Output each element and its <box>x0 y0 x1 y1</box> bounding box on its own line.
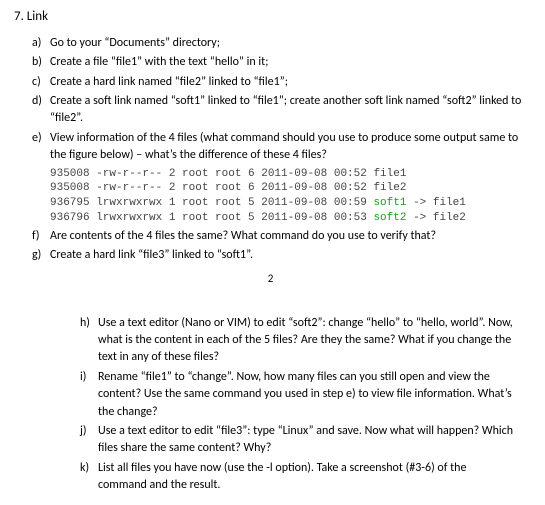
code-line: 935008 -rw-r--r-- 2 root root 6 2011-09-… <box>50 168 406 180</box>
terminal-output: 935008 -rw-r--r-- 2 root root 6 2011-09-… <box>50 167 527 226</box>
item-label: c) <box>32 74 50 91</box>
item-text: Are contents of the 4 files the same? Wh… <box>50 228 527 245</box>
item-text: Go to your “Documents” directory; <box>50 35 527 52</box>
item-label: a) <box>32 35 50 52</box>
item-text: List all files you have now (use the -l … <box>98 460 517 495</box>
section-heading: 7. Link <box>14 8 527 27</box>
item-label: j) <box>80 423 98 458</box>
item-label: k) <box>80 460 98 495</box>
list-item: e) View information of the 4 files (what… <box>32 130 527 165</box>
list-item: i) Rename “file1” to “change”. Now, how … <box>80 369 517 421</box>
list-item: d) Create a soft link named “soft1” link… <box>32 93 527 128</box>
code-line: 936795 lrwxrwxrwx 1 root root 5 2011-09-… <box>50 197 373 209</box>
item-label: g) <box>32 247 50 264</box>
code-tail: -> file2 <box>406 212 465 224</box>
list-item: g) Create a hard link “file3” linked to … <box>32 247 527 264</box>
item-label: e) <box>32 130 50 165</box>
item-text: Create a hard link “file3” linked to “so… <box>50 247 527 264</box>
item-label: f) <box>32 228 50 245</box>
item-label: h) <box>80 315 98 367</box>
item-text: Rename “file1” to “change”. Now, how man… <box>98 369 517 421</box>
list-item: c) Create a hard link named “file2” link… <box>32 74 527 91</box>
list-item: b) Create a file “file1” with the text “… <box>32 54 527 71</box>
item-text: Use a text editor (Nano or VIM) to edit … <box>98 315 517 367</box>
code-tail: -> file1 <box>406 197 465 209</box>
top-list: a) Go to your “Documents” directory; b) … <box>14 35 527 265</box>
code-line: 936796 lrwxrwxrwx 1 root root 5 2011-09-… <box>50 212 373 224</box>
code-line: 935008 -rw-r--r-- 2 root root 6 2011-09-… <box>50 182 406 194</box>
item-text: Use a text editor to edit “file3”: type … <box>98 423 517 458</box>
page-number: 2 <box>14 271 527 287</box>
softlink-name: soft2 <box>373 212 406 224</box>
bottom-list: h) Use a text editor (Nano or VIM) to ed… <box>14 315 527 495</box>
item-text: Create a hard link named “file2” linked … <box>50 74 527 91</box>
list-item: h) Use a text editor (Nano or VIM) to ed… <box>80 315 517 367</box>
item-text: View information of the 4 files (what co… <box>50 130 527 165</box>
list-item: f) Are contents of the 4 files the same?… <box>32 228 527 245</box>
list-item: a) Go to your “Documents” directory; <box>32 35 527 52</box>
item-label: d) <box>32 93 50 128</box>
list-item: j) Use a text editor to edit “file3”: ty… <box>80 423 517 458</box>
item-text: Create a soft link named “soft1” linked … <box>50 93 527 128</box>
softlink-name: soft1 <box>373 197 406 209</box>
item-text: Create a file “file1” with the text “hel… <box>50 54 527 71</box>
item-label: b) <box>32 54 50 71</box>
item-label: i) <box>80 369 98 421</box>
list-item: k) List all files you have now (use the … <box>80 460 517 495</box>
